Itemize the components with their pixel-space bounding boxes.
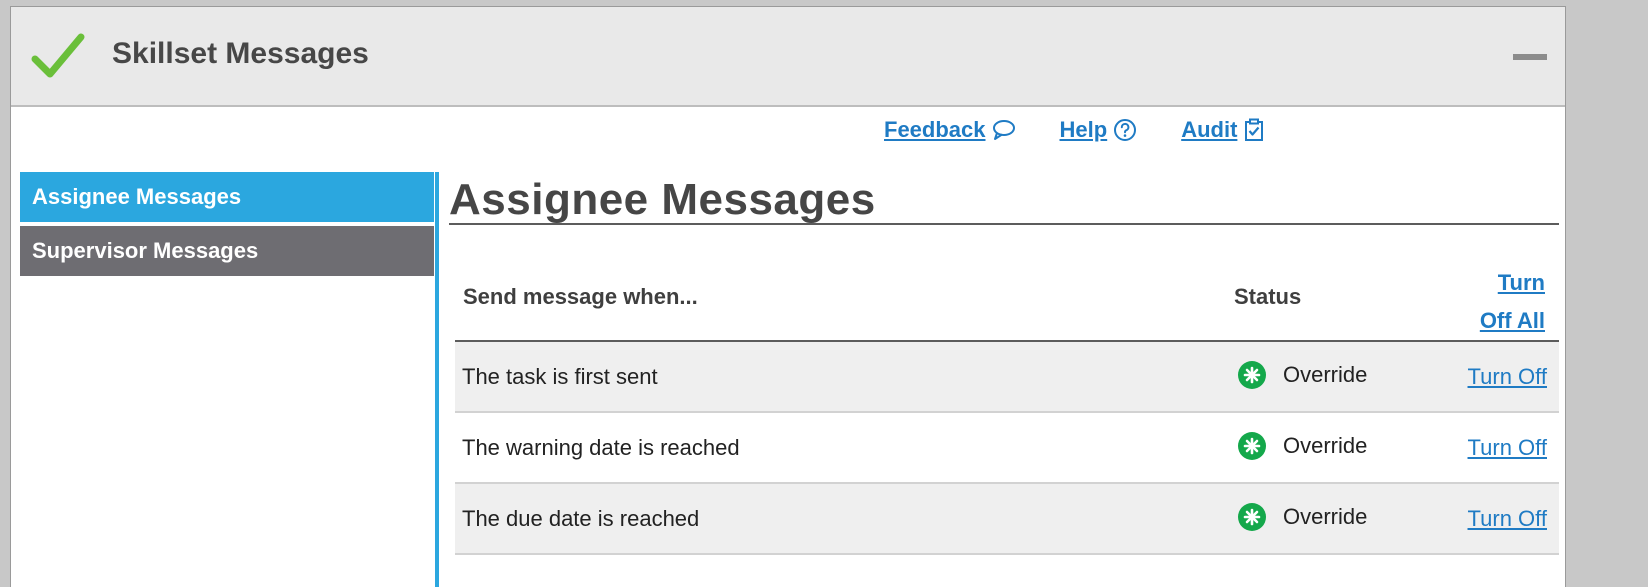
turn-off-all-line1[interactable]: Turn xyxy=(1445,264,1545,302)
turn-off-link[interactable]: Turn Off xyxy=(1468,364,1547,390)
table-row: The due date is reached Override Turn Of… xyxy=(455,484,1559,555)
turn-off-all-link[interactable]: Turn Off All xyxy=(1445,264,1545,340)
audit-label[interactable]: Audit xyxy=(1181,117,1237,143)
column-header-send: Send message when... xyxy=(463,284,698,309)
title-underline xyxy=(449,223,1559,225)
row-description: The due date is reached xyxy=(462,506,700,531)
row-status: Override xyxy=(1237,431,1367,461)
status-text: Override xyxy=(1283,433,1368,458)
turn-off-link[interactable]: Turn Off xyxy=(1468,435,1547,461)
column-header-status: Status xyxy=(1234,284,1302,309)
clipboard-check-icon xyxy=(1245,118,1264,141)
question-circle-icon xyxy=(1114,119,1137,141)
row-status: Override xyxy=(1237,502,1367,532)
feedback-label[interactable]: Feedback xyxy=(884,117,986,143)
table-row: The warning date is reached Override Tur… xyxy=(455,413,1559,484)
minimize-icon[interactable] xyxy=(1513,54,1547,60)
help-link[interactable]: Help xyxy=(1060,117,1138,143)
sidebar-item-supervisor-messages[interactable]: Supervisor Messages xyxy=(20,226,434,276)
override-status-icon xyxy=(1238,432,1266,460)
status-text: Override xyxy=(1283,504,1368,529)
speech-bubble-icon xyxy=(992,120,1015,140)
audit-link[interactable]: Audit xyxy=(1181,117,1265,143)
message-table-body: The task is first sent Override Turn Off… xyxy=(455,342,1559,555)
override-status-icon xyxy=(1238,361,1266,389)
top-links: Feedback Help Audit xyxy=(884,117,1309,143)
checkmark-icon xyxy=(31,33,85,78)
table-header: Send message when... Status Turn Off All xyxy=(455,256,1559,342)
row-description: The warning date is reached xyxy=(462,435,740,460)
row-status: Override xyxy=(1237,360,1367,390)
page-title: Assignee Messages xyxy=(449,175,876,224)
sidebar-divider xyxy=(435,172,439,587)
sidebar: Assignee Messages Supervisor Messages xyxy=(20,172,434,276)
override-status-icon xyxy=(1238,503,1266,531)
turn-off-link[interactable]: Turn Off xyxy=(1468,506,1547,532)
status-text: Override xyxy=(1283,362,1368,387)
turn-off-all-line2[interactable]: Off All xyxy=(1445,302,1545,340)
main-panel: Assignee Messages Send message when... S… xyxy=(449,172,1565,587)
skillset-messages-window: Skillset Messages Feedback Help Audit As… xyxy=(10,6,1566,587)
help-label[interactable]: Help xyxy=(1060,117,1108,143)
row-description: The task is first sent xyxy=(462,364,658,389)
sidebar-item-assignee-messages[interactable]: Assignee Messages xyxy=(20,172,434,222)
table-row: The task is first sent Override Turn Off xyxy=(455,342,1559,413)
window-title: Skillset Messages xyxy=(112,37,369,70)
feedback-link[interactable]: Feedback xyxy=(884,117,1016,143)
title-bar: Skillset Messages xyxy=(11,7,1565,107)
